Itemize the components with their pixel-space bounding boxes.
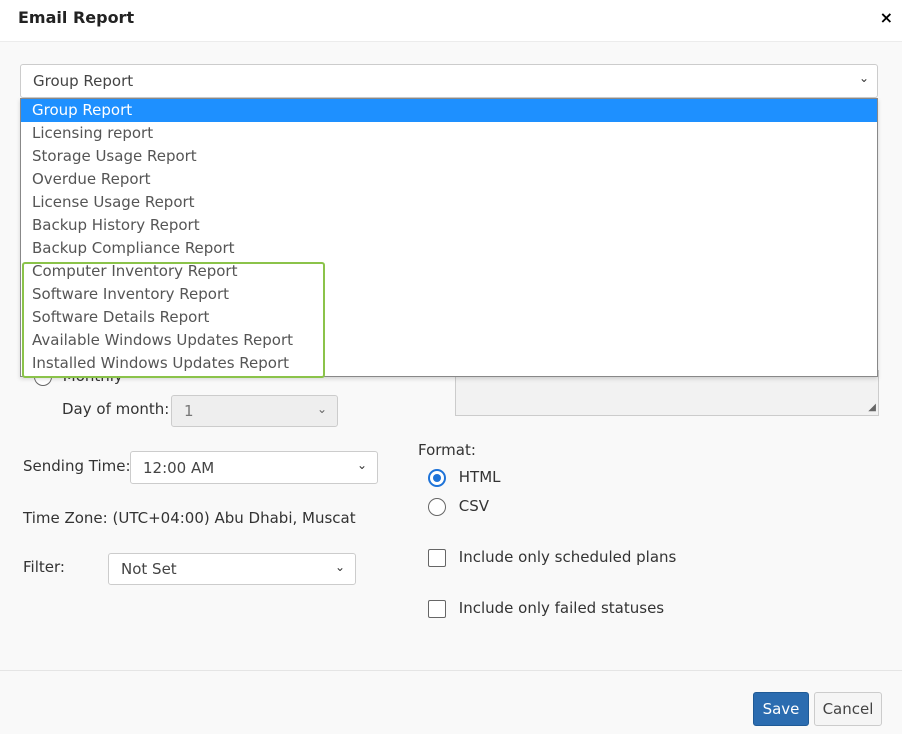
save-button[interactable]: Save	[753, 692, 809, 726]
filter-select[interactable]: Not Set ⌄	[108, 553, 356, 585]
html-radio[interactable]	[428, 468, 446, 487]
dropdown-option[interactable]: Storage Usage Report	[21, 145, 877, 168]
chevron-down-icon: ⌄	[858, 71, 869, 85]
dropdown-option[interactable]: Available Windows Updates Report	[21, 329, 877, 352]
chevron-down-icon: ⌄	[334, 560, 345, 574]
dropdown-option[interactable]: Installed Windows Updates Report	[21, 352, 877, 375]
dropdown-option[interactable]: Overdue Report	[21, 168, 877, 191]
format-option-csv[interactable]: CSV	[428, 497, 489, 516]
resize-handle-icon[interactable]: ◢	[868, 402, 876, 413]
close-icon[interactable]: ×	[880, 8, 893, 27]
report-type-value: Group Report	[33, 72, 134, 90]
sending-time-select[interactable]: 12:00 AM ⌄	[130, 451, 378, 484]
failed-statuses-label: Include only failed statuses	[458, 599, 665, 617]
failed-statuses-checkbox[interactable]	[428, 599, 446, 618]
scheduled-plans-option[interactable]: Include only scheduled plans	[428, 548, 676, 567]
sending-time-label: Sending Time:	[23, 457, 131, 475]
dialog-title: Email Report	[18, 8, 135, 27]
day-of-month-value: 1	[184, 402, 194, 420]
failed-statuses-option[interactable]: Include only failed statuses	[428, 599, 664, 618]
dropdown-option[interactable]: Computer Inventory Report	[21, 260, 877, 283]
dropdown-option[interactable]: Backup History Report	[21, 214, 877, 237]
scheduled-plans-label: Include only scheduled plans	[458, 548, 677, 566]
day-of-month-select[interactable]: 1 ⌄	[171, 395, 338, 427]
day-of-month-label: Day of month:	[62, 400, 170, 418]
dropdown-option[interactable]: Backup Compliance Report	[21, 237, 877, 260]
csv-label: CSV	[458, 497, 490, 515]
csv-radio[interactable]	[428, 497, 446, 516]
cancel-button[interactable]: Cancel	[814, 692, 882, 726]
report-type-dropdown: Group Report Licensing report Storage Us…	[20, 98, 878, 378]
dropdown-option[interactable]: License Usage Report	[21, 191, 877, 214]
dialog-header: Email Report ×	[0, 0, 902, 42]
html-label: HTML	[458, 468, 501, 486]
format-label: Format:	[418, 441, 476, 459]
dropdown-option[interactable]: Group Report	[21, 99, 877, 122]
scheduled-plans-checkbox[interactable]	[428, 548, 446, 567]
time-zone-text: Time Zone: (UTC+04:00) Abu Dhabi, Muscat	[23, 509, 356, 527]
format-option-html[interactable]: HTML	[428, 468, 501, 487]
dropdown-option[interactable]: Software Inventory Report	[21, 283, 877, 306]
report-type-select[interactable]: Group Report ⌄	[20, 64, 878, 98]
dropdown-option[interactable]: Licensing report	[21, 122, 877, 145]
chevron-down-icon: ⌄	[316, 402, 327, 416]
filter-label: Filter:	[23, 558, 65, 576]
dropdown-option[interactable]: Software Details Report	[21, 306, 877, 329]
filter-value: Not Set	[121, 560, 177, 578]
sending-time-value: 12:00 AM	[143, 459, 215, 477]
chevron-down-icon: ⌄	[356, 458, 367, 472]
